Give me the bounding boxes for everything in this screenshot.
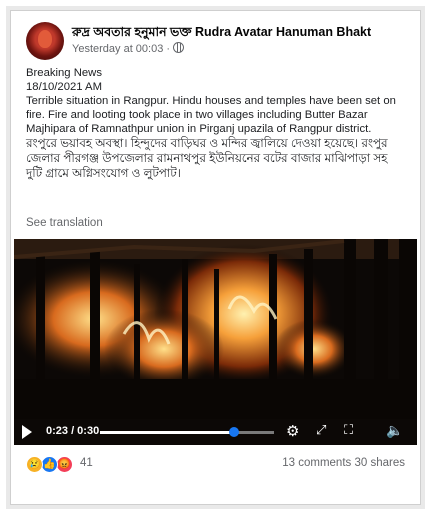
progress-fill bbox=[100, 431, 234, 434]
globe-icon bbox=[173, 42, 185, 53]
shares-count[interactable]: 30 shares bbox=[354, 457, 405, 469]
facebook-post: রুদ্র অবতার হনুমান ভক্ত Rudra Avatar Han… bbox=[14, 14, 417, 501]
avatar[interactable] bbox=[26, 22, 64, 60]
video-player[interactable]: 0:23 / 0:30 ⚙ ⤢ ⛶ 🔈 bbox=[14, 239, 417, 445]
play-icon[interactable] bbox=[22, 425, 32, 439]
progress-knob[interactable] bbox=[228, 427, 239, 437]
settings-icon[interactable]: ⚙ bbox=[286, 422, 299, 440]
post-body: Breaking News 18/10/2021 AM Terrible sit… bbox=[26, 66, 405, 181]
timestamp[interactable]: Yesterday at 00:03 · bbox=[72, 43, 170, 55]
see-translation-link[interactable]: See translation bbox=[26, 217, 103, 229]
video-controls: 0:23 / 0:30 ⚙ ⤢ ⛶ 🔈 bbox=[14, 419, 417, 445]
engagement-stats: 13 comments 30 shares bbox=[282, 457, 405, 469]
like-icon: 👍 bbox=[41, 456, 58, 473]
reaction-count[interactable]: 41 bbox=[80, 457, 93, 469]
author-name[interactable]: রুদ্র অবতার হনুমান ভক্ত Rudra Avatar Han… bbox=[72, 24, 371, 44]
post-date: 18/10/2021 AM bbox=[26, 81, 103, 93]
fullscreen-icon[interactable]: ⛶ bbox=[344, 422, 353, 438]
video-frame-fire bbox=[14, 239, 417, 445]
post-meta: Yesterday at 00:03 · bbox=[72, 42, 185, 55]
post-text-english: Terrible situation in Rangpur. Hindu hou… bbox=[26, 95, 396, 135]
comments-count[interactable]: 13 comments bbox=[282, 457, 351, 469]
post-text-bengali: রংপুরে ভয়াবহ অবস্থা। হিন্দুদের বাড়িঘর … bbox=[26, 136, 388, 180]
volume-icon[interactable]: 🔈 bbox=[386, 422, 403, 439]
video-time: 0:23 / 0:30 bbox=[46, 425, 100, 437]
post-header: রুদ্র অবতার হনুমান ভক্ত Rudra Avatar Han… bbox=[26, 22, 405, 64]
post-footer: 😡 👍 😢 41 13 comments 30 shares bbox=[26, 454, 405, 478]
angry-icon: 😡 bbox=[56, 456, 73, 473]
progress-bar[interactable] bbox=[100, 427, 274, 437]
breaking-news-label: Breaking News bbox=[26, 67, 102, 79]
sad-icon: 😢 bbox=[26, 456, 43, 473]
expand-icon[interactable]: ⤢ bbox=[316, 422, 326, 438]
